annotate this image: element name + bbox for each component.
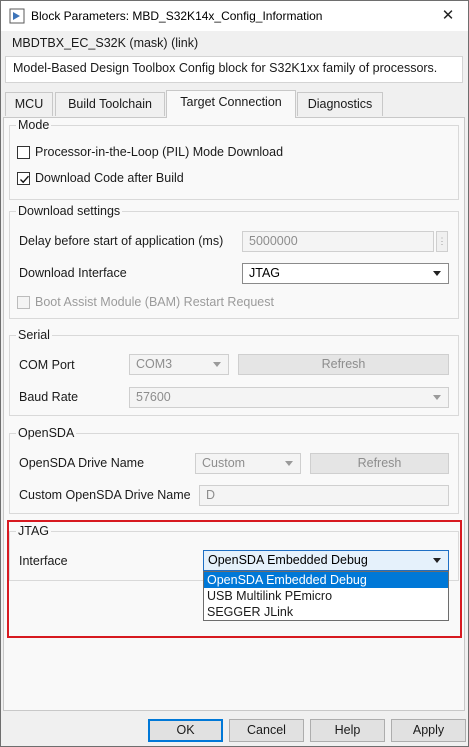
- delay-spinner-icon[interactable]: ⋮: [436, 231, 448, 252]
- mask-subtitle: MBDTBX_EC_S32K (mask) (link): [12, 36, 199, 50]
- download-interface-label: Download Interface: [19, 266, 127, 280]
- custom-drive-input[interactable]: D: [199, 485, 449, 506]
- download-code-checkbox[interactable]: [17, 172, 30, 185]
- help-button[interactable]: Help: [310, 719, 385, 742]
- window-title: Block Parameters: MBD_S32K14x_Config_Inf…: [31, 9, 323, 23]
- opensda-drive-value: Custom: [202, 456, 246, 470]
- chevron-down-icon: [433, 271, 441, 276]
- baud-rate-label: Baud Rate: [19, 390, 79, 404]
- pil-mode-label: Processor-in-the-Loop (PIL) Mode Downloa…: [35, 145, 284, 159]
- com-port-label: COM Port: [19, 358, 75, 372]
- bam-restart-checkbox[interactable]: [17, 296, 30, 309]
- com-port-value: COM3: [136, 357, 173, 371]
- chevron-down-icon: [433, 395, 441, 400]
- chevron-down-icon: [213, 362, 221, 367]
- pil-mode-checkbox[interactable]: [17, 146, 30, 159]
- download-code-label: Download Code after Build: [35, 171, 184, 185]
- download-interface-value: JTAG: [249, 266, 281, 280]
- custom-drive-label: Custom OpenSDA Drive Name: [19, 488, 191, 502]
- opensda-refresh-button[interactable]: Refresh: [310, 453, 449, 474]
- mode-group-title: Mode: [16, 118, 52, 132]
- download-interface-select[interactable]: JTAG: [242, 263, 449, 284]
- serial-title: Serial: [16, 328, 52, 342]
- ok-button[interactable]: OK: [148, 719, 223, 742]
- opensda-drive-label: OpenSDA Drive Name: [19, 456, 145, 470]
- com-port-select[interactable]: COM3: [129, 354, 229, 375]
- tab-target-connection[interactable]: Target Connection: [166, 90, 296, 118]
- cancel-button[interactable]: Cancel: [229, 719, 304, 742]
- serial-refresh-button[interactable]: Refresh: [238, 354, 449, 375]
- download-settings-title: Download settings: [16, 204, 123, 218]
- apply-button[interactable]: Apply: [391, 719, 466, 742]
- tab-diagnostics[interactable]: Diagnostics: [297, 92, 383, 116]
- highlight-box: [7, 520, 462, 638]
- delay-input[interactable]: 5000000: [242, 231, 434, 252]
- tab-mcu[interactable]: MCU: [5, 92, 53, 116]
- opensda-drive-select[interactable]: Custom: [195, 453, 301, 474]
- simulink-block-icon: [9, 8, 25, 24]
- delay-label: Delay before start of application (ms): [19, 234, 224, 248]
- checkmark-icon: [20, 175, 30, 184]
- opensda-title: OpenSDA: [16, 426, 77, 440]
- bam-restart-label: Boot Assist Module (BAM) Restart Request: [35, 295, 274, 309]
- baud-rate-value: 57600: [136, 390, 171, 404]
- description-text: Model-Based Design Toolbox Config block …: [13, 61, 438, 75]
- mode-group: [9, 125, 459, 200]
- baud-rate-select[interactable]: 57600: [129, 387, 449, 408]
- tab-build-toolchain[interactable]: Build Toolchain: [55, 92, 165, 116]
- close-icon[interactable]: ✕: [436, 4, 460, 28]
- chevron-down-icon: [285, 461, 293, 466]
